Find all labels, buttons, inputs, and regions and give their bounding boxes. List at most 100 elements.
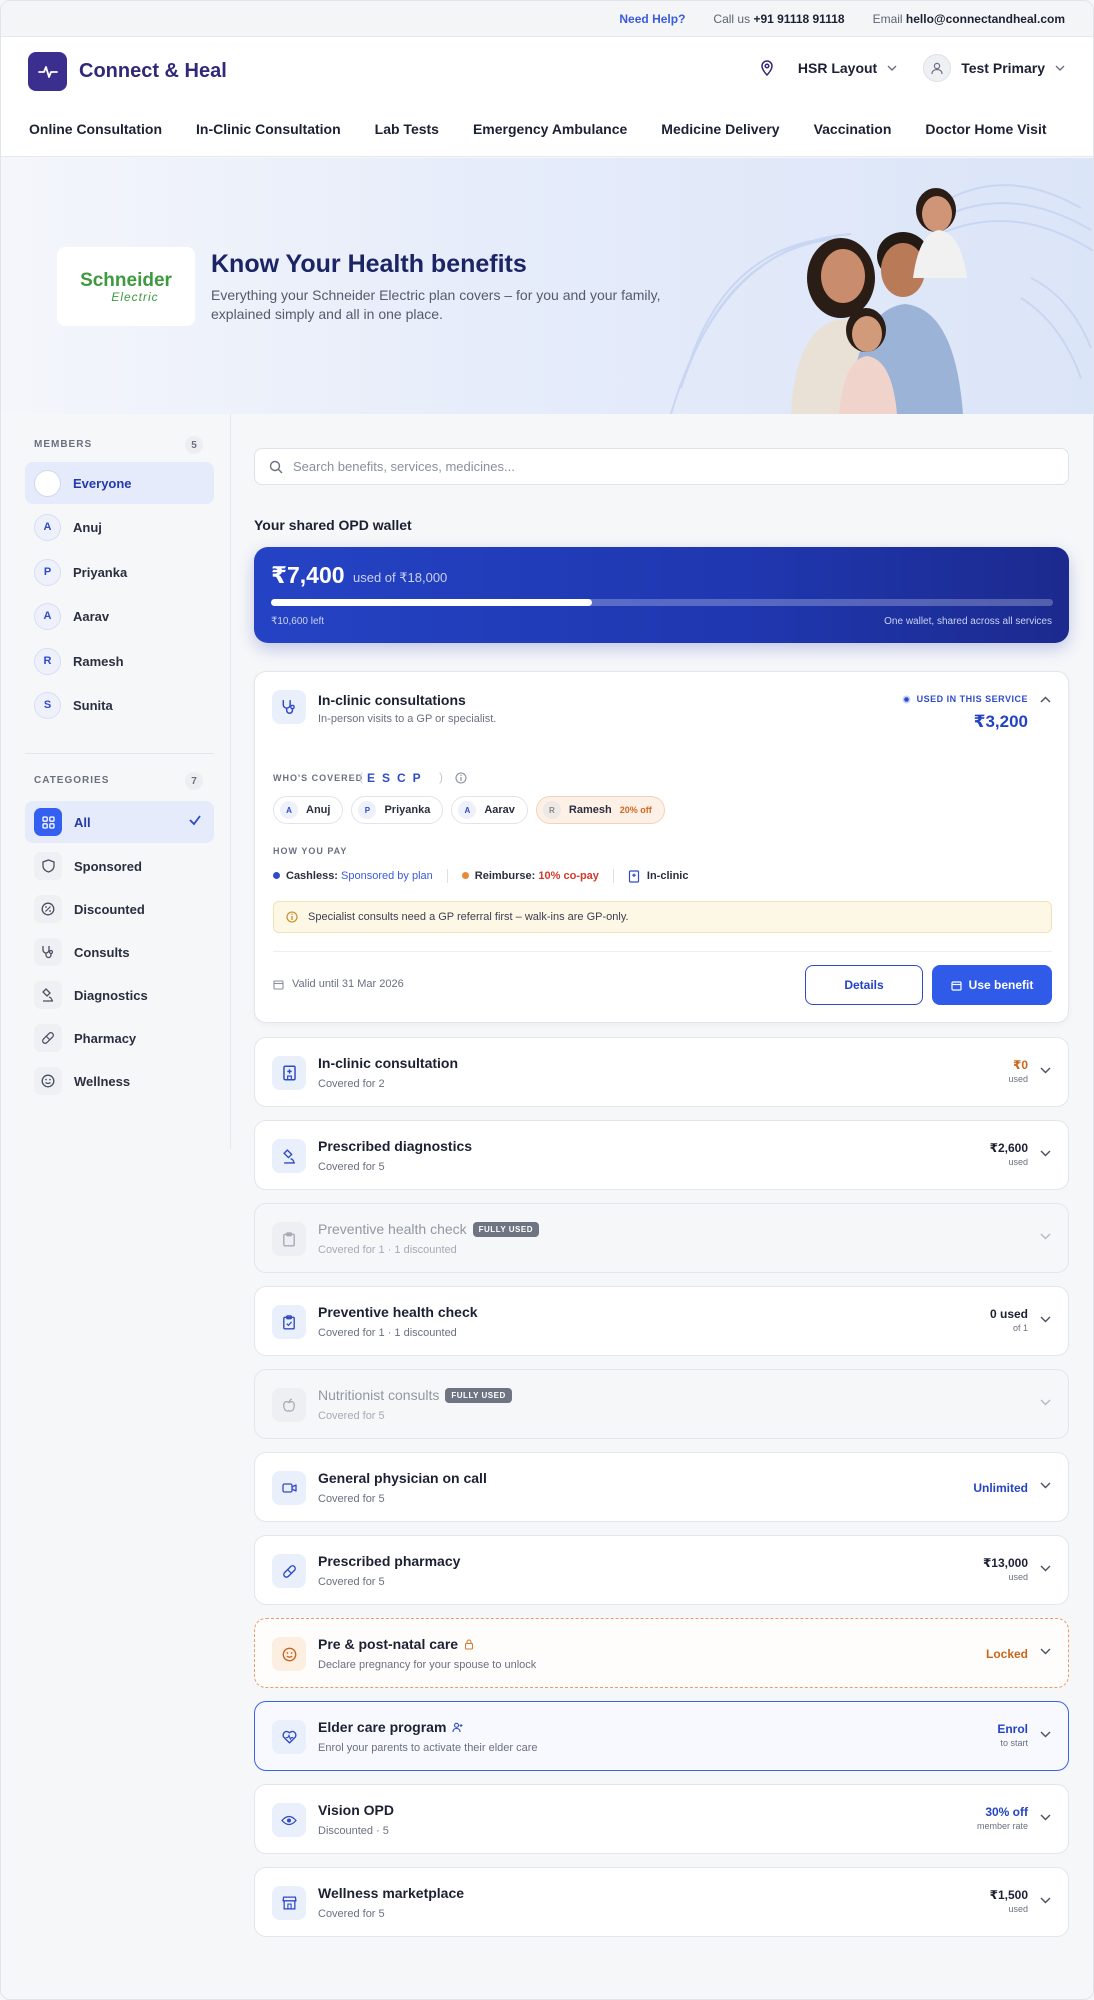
chevron-up-icon[interactable] (1040, 696, 1051, 703)
sidebar-divider (25, 753, 214, 754)
nav-medicine-delivery[interactable]: Medicine Delivery (661, 121, 779, 137)
category-all[interactable]: All (25, 801, 214, 843)
status-badge: FULLY USED (445, 1387, 512, 1403)
benefit-row-nutritionist[interactable]: Nutritionist consults FULLY USED Covered … (254, 1369, 1069, 1439)
chevron-down-icon (1040, 1399, 1051, 1406)
benefit-card-expanded: In-clinic consultations In-person visits… (254, 671, 1069, 1023)
chevron-down-icon (1040, 1067, 1051, 1074)
row-value: Unlimited (973, 1481, 1028, 1495)
member-avatar: R (34, 647, 61, 675)
row-title: Prescribed pharmacy (318, 1553, 460, 1569)
info-icon[interactable] (455, 772, 467, 784)
member-name: Priyanka (73, 564, 128, 580)
benefit-search[interactable]: Search benefits, services, medicines... (254, 448, 1069, 485)
card-divider (273, 951, 1052, 952)
referral-notice: Specialist consults need a GP referral f… (273, 901, 1052, 933)
category-consults[interactable]: Consults (25, 931, 214, 973)
used-amount: ₹3,200 (973, 712, 1028, 731)
benefit-row-gp-on-call[interactable]: General physician on call Covered for 5 … (254, 1452, 1069, 1522)
wallet-total: used of ₹18,000 (353, 570, 448, 585)
member-avatar (34, 469, 61, 497)
nav-doctor-home-visit[interactable]: Doctor Home Visit (925, 121, 1046, 137)
covered-chip-priyanka[interactable]: P Priyanka (351, 796, 444, 824)
benefit-row-preventive-check-used[interactable]: Preventive health check FULLY USED Covere… (254, 1203, 1069, 1273)
chevron-down-icon (1040, 1150, 1051, 1157)
row-value-text: ₹2,600 (989, 1141, 1028, 1155)
discount-tag: 20% off (619, 805, 652, 815)
benefit-row-prescribed-pharmacy[interactable]: Prescribed pharmacy Covered for 5 ₹13,00… (254, 1535, 1069, 1605)
row-subtitle: Covered for 5 (318, 1161, 385, 1173)
call-us[interactable]: Call us +91 91118 91118 (713, 12, 844, 26)
use-benefit-button[interactable]: Use benefit (932, 965, 1052, 1005)
member-priyanka[interactable]: P Priyanka (25, 551, 214, 593)
benefit-row-elder-care[interactable]: Elder care program Enrol your parents to… (254, 1701, 1069, 1771)
add-user-icon (452, 1722, 463, 1732)
chip-avatar: A (280, 801, 298, 819)
nav-in-clinic-consultation[interactable]: In-Clinic Consultation (196, 121, 341, 137)
calendar-icon (273, 979, 284, 990)
row-title-text: Prescribed diagnostics (318, 1138, 473, 1154)
category-discounted[interactable]: Discounted (25, 888, 214, 930)
brand-name: Connect & Heal (79, 60, 227, 82)
member-aarav[interactable]: A Aarav (25, 595, 214, 637)
category-label: Sponsored (74, 858, 142, 874)
member-sunita[interactable]: S Sunita (25, 684, 214, 726)
covered-chip-aarav[interactable]: A Aarav (451, 796, 528, 824)
covered-members: A Anuj P Priyanka A Aarav R Ramesh 20% off (273, 796, 665, 824)
bracket-open: ( (359, 770, 363, 784)
benefit-row-preventive-check[interactable]: Preventive health check Covered for 1 · … (254, 1286, 1069, 1356)
benefit-row-in-clinic-consultation[interactable]: In-clinic consultation Covered for 2 ₹0 u… (254, 1037, 1069, 1107)
category-pharmacy[interactable]: Pharmacy (25, 1017, 214, 1059)
location-label: HSR Layout (797, 60, 878, 76)
row-value: 0 used of 1 (990, 1307, 1028, 1333)
benefit-row-wellness-marketplace[interactable]: Wellness marketplace Covered for 5 ₹1,50… (254, 1867, 1069, 1937)
row-title: Elder care program (318, 1719, 463, 1735)
chip-avatar: A (458, 801, 477, 819)
row-value-text: Unlimited (973, 1481, 1028, 1495)
nav-lab-tests[interactable]: Lab Tests (375, 121, 439, 137)
row-title: Preventive health check FULLY USED (318, 1221, 539, 1237)
row-title-text: Elder care program (318, 1719, 447, 1735)
row-title: Pre & post-natal care (318, 1636, 474, 1652)
search-input[interactable]: Search benefits, services, medicines... (293, 459, 515, 474)
user-menu[interactable]: Test Primary (923, 54, 1065, 82)
check-icon (189, 815, 201, 826)
covered-chip-ramesh[interactable]: R Ramesh 20% off (535, 796, 665, 824)
category-diagnostics[interactable]: Diagnostics (25, 974, 214, 1016)
coverage-codes: ESCP (367, 771, 428, 785)
row-subtitle: Enrol your parents to activate their eld… (318, 1742, 538, 1754)
validity: Valid until 31 Mar 2026 (273, 978, 404, 990)
category-label: All (74, 814, 91, 830)
row-value-note: used (1008, 1157, 1028, 1167)
need-help-link[interactable]: Need Help? (619, 12, 685, 26)
used-label-text: USED IN THIS SERVICE (916, 694, 1028, 704)
stethoscope-icon (34, 938, 62, 966)
call-number: +91 91118 91118 (753, 11, 845, 26)
payment-modes: Cashless: Sponsored by plan Reimburse: 1… (273, 869, 688, 883)
covered-chip-anuj[interactable]: A Anuj (273, 796, 344, 824)
member-ramesh[interactable]: R Ramesh (25, 640, 214, 682)
brand-logo[interactable]: Connect & Heal (28, 52, 227, 91)
employer-logo-line1: Schneider (80, 269, 172, 291)
category-wellness[interactable]: Wellness (25, 1060, 214, 1102)
nav-emergency-ambulance[interactable]: Emergency Ambulance (473, 121, 627, 137)
status-dot-icon (902, 695, 911, 703)
member-anuj[interactable]: A Anuj (25, 506, 214, 548)
location-selector[interactable]: HSR Layout (760, 60, 897, 76)
benefit-row-natal-care[interactable]: Pre & post-natal care Declare pregnancy … (254, 1618, 1069, 1688)
row-title-text: Preventive health check (318, 1221, 467, 1237)
members-heading: MEMBERS (34, 439, 93, 450)
category-sponsored[interactable]: Sponsored (25, 845, 214, 887)
benefit-row-prescribed-diagnostics[interactable]: Prescribed diagnostics Covered for 5 ₹2,… (254, 1120, 1069, 1190)
member-everyone[interactable]: Everyone (25, 462, 214, 504)
email-us[interactable]: Email hello@connectandheal.com (873, 12, 1065, 26)
row-value-text: Locked (985, 1647, 1028, 1661)
benefit-row-vision-opd[interactable]: Vision OPD Discounted · 5 30% off member … (254, 1784, 1069, 1854)
nav-online-consultation[interactable]: Online Consultation (29, 121, 162, 137)
chip-avatar: R (542, 801, 561, 819)
used-label: USED IN THIS SERVICE (902, 694, 1028, 704)
nav-vaccination[interactable]: Vaccination (814, 121, 892, 137)
details-button[interactable]: Details (805, 965, 923, 1005)
row-value-note: used (1008, 1074, 1028, 1084)
status-badge: FULLY USED (472, 1221, 539, 1237)
